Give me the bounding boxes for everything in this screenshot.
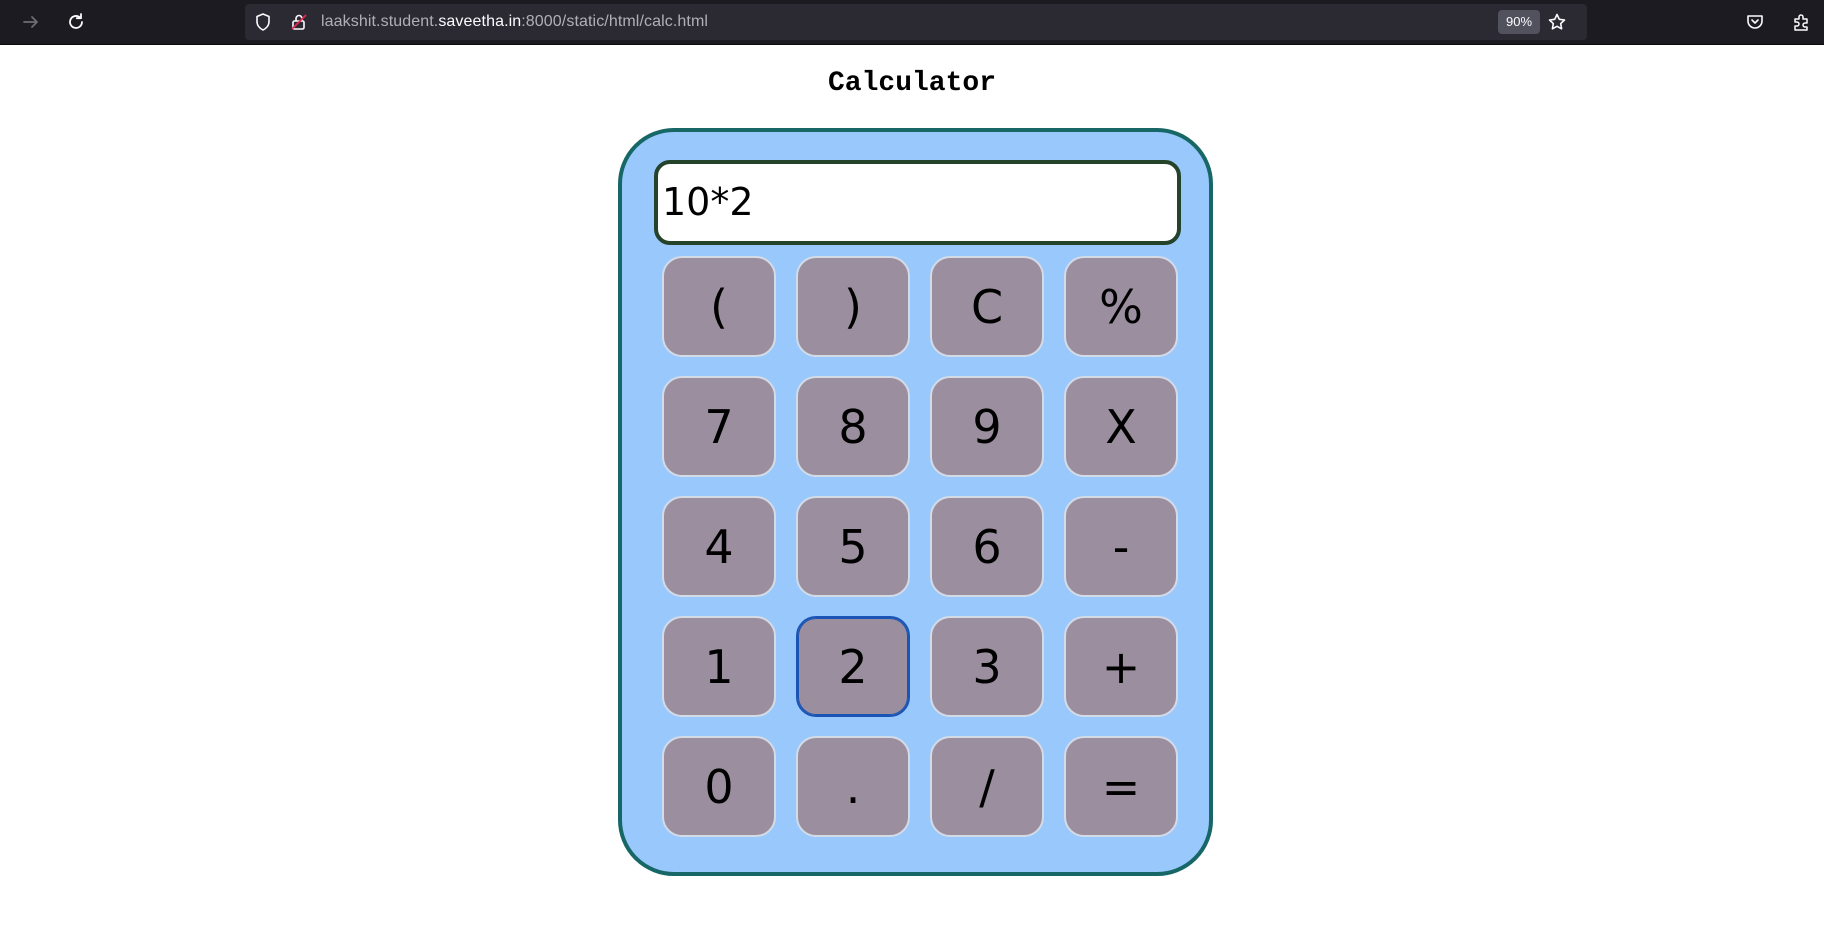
decimal-point-key[interactable]: . xyxy=(796,736,910,837)
digit-7-key[interactable]: 7 xyxy=(662,376,776,477)
clear-key[interactable]: C xyxy=(930,256,1044,357)
divide-key[interactable]: / xyxy=(930,736,1044,837)
extensions-icon[interactable] xyxy=(1787,8,1815,36)
close-paren-key[interactable]: ) xyxy=(796,256,910,357)
browser-toolbar: laakshit.student.saveetha.in:8000/static… xyxy=(0,0,1824,45)
digit-8-key[interactable]: 8 xyxy=(796,376,910,477)
multiply-key[interactable]: X xyxy=(1064,376,1178,477)
equals-key[interactable]: = xyxy=(1064,736,1178,837)
bookmark-star-icon[interactable] xyxy=(1543,8,1571,36)
insecure-lock-icon[interactable] xyxy=(285,8,313,36)
page-title: Calculator xyxy=(827,68,997,99)
add-key[interactable]: + xyxy=(1064,616,1178,717)
url-prefix: laakshit.student. xyxy=(321,13,439,30)
url-text[interactable]: laakshit.student.saveetha.in:8000/static… xyxy=(321,13,708,31)
digit-0-key[interactable]: 0 xyxy=(662,736,776,837)
digit-3-key[interactable]: 3 xyxy=(930,616,1044,717)
percent-key[interactable]: % xyxy=(1064,256,1178,357)
calculator-keypad: ( ) C % 7 8 9 X 4 5 6 - 1 2 3 + 0 . / = xyxy=(662,256,1178,837)
shield-icon[interactable] xyxy=(249,8,277,36)
digit-9-key[interactable]: 9 xyxy=(930,376,1044,477)
url-bar[interactable]: laakshit.student.saveetha.in:8000/static… xyxy=(245,4,1587,40)
digit-1-key[interactable]: 1 xyxy=(662,616,776,717)
calculator-display[interactable]: 10*2 xyxy=(654,160,1181,245)
url-host: saveetha.in xyxy=(438,13,522,30)
subtract-key[interactable]: - xyxy=(1064,496,1178,597)
digit-6-key[interactable]: 6 xyxy=(930,496,1044,597)
digit-2-key[interactable]: 2 xyxy=(796,616,910,717)
calculator-body: 10*2 ( ) C % 7 8 9 X 4 5 6 - 1 2 3 + 0 .… xyxy=(618,128,1213,876)
reload-icon[interactable] xyxy=(62,8,90,36)
zoom-level-badge[interactable]: 90% xyxy=(1498,10,1541,34)
digit-5-key[interactable]: 5 xyxy=(796,496,910,597)
forward-arrow-icon[interactable] xyxy=(17,8,45,36)
open-paren-key[interactable]: ( xyxy=(662,256,776,357)
pocket-icon[interactable] xyxy=(1741,8,1769,36)
url-suffix: :8000/static/html/calc.html xyxy=(521,13,709,30)
digit-4-key[interactable]: 4 xyxy=(662,496,776,597)
